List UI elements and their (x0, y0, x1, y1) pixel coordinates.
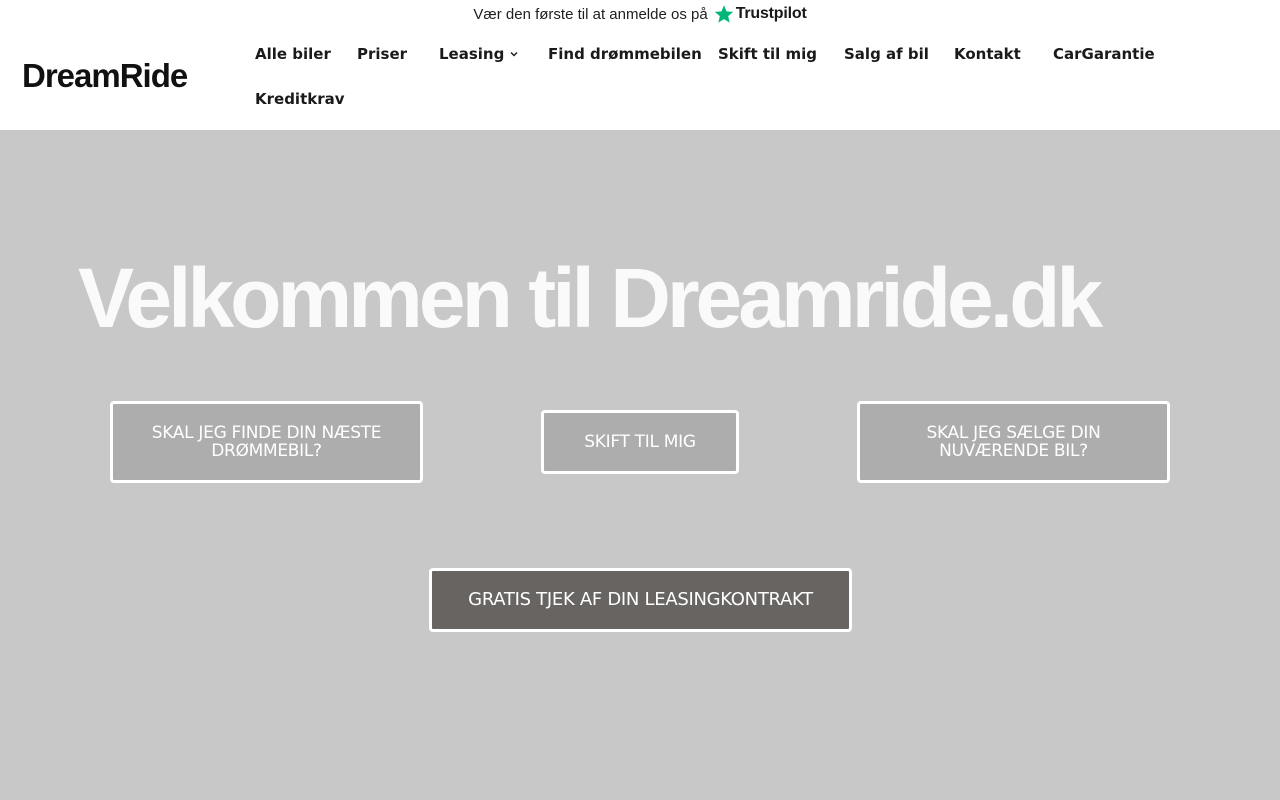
nav-item-kontakt[interactable]: Kontakt (954, 36, 1021, 72)
main-navigation: Alle biler Priser Leasing Find drømmebil… (238, 32, 1268, 128)
button-label: GRATIS TJEK AF DIN LEASINGKONTRAKT (468, 589, 813, 610)
dreamride-logo[interactable]: DreamRide (22, 58, 188, 94)
hero-section: Velkommen til Dreamride.dk SKAL JEG FIND… (0, 130, 1280, 800)
free-lease-check-button[interactable]: GRATIS TJEK AF DIN LEASINGKONTRAKT (429, 568, 852, 632)
nav-label: Kontakt (954, 45, 1021, 63)
site-header: DreamRide Alle biler Priser Leasing Find… (0, 28, 1280, 130)
nav-label: Skift til mig (718, 45, 818, 63)
trustpilot-wordmark: Trustpilot (735, 5, 807, 22)
button-label: SKAL JEG SÆLGE DIN NUVÆRENDE BIL? (926, 423, 1101, 461)
nav-label: Kreditkrav (255, 90, 345, 108)
nav-item-kreditkrav[interactable]: Kreditkrav (255, 81, 345, 117)
nav-item-salg-af-bil[interactable]: Salg af bil (844, 36, 929, 72)
find-next-car-button[interactable]: SKAL JEG FINDE DIN NÆSTE DRØMMEBIL? (110, 401, 423, 483)
nav-item-leasing[interactable]: Leasing (439, 36, 519, 72)
nav-item-alle-biler[interactable]: Alle biler (255, 36, 331, 72)
hero-title: Velkommen til Dreamride.dk (78, 251, 1103, 345)
nav-label: Salg af bil (844, 45, 929, 63)
nav-label: Find drømmebilen (548, 45, 702, 63)
nav-label: Leasing (439, 45, 505, 63)
chevron-down-icon (510, 52, 518, 57)
button-label: SKAL JEG FINDE DIN NÆSTE DRØMMEBIL? (151, 423, 382, 461)
trustpilot-banner: Vær den første til at anmelde os på Trus… (0, 0, 1280, 28)
nav-label: CarGarantie (1053, 45, 1155, 63)
nav-label: Priser (357, 45, 408, 63)
nav-item-cargarantie[interactable]: CarGarantie (1053, 36, 1155, 72)
nav-label: Alle biler (255, 45, 331, 63)
nav-item-skift-til-mig[interactable]: Skift til mig (718, 36, 817, 72)
review-prompt-text: Vær den første til at anmelde os på (473, 5, 708, 23)
nav-item-find-droemmebilen[interactable]: Find drømmebilen (548, 36, 702, 72)
sell-current-car-button[interactable]: SKAL JEG SÆLGE DIN NUVÆRENDE BIL? (857, 401, 1170, 483)
trustpilot-star-icon (714, 5, 733, 23)
skift-til-mig-button[interactable]: SKIFT TIL MIG (541, 410, 739, 474)
nav-item-priser[interactable]: Priser (357, 36, 407, 72)
trustpilot-link[interactable]: Trustpilot (714, 4, 807, 24)
button-label: SKIFT TIL MIG (584, 432, 696, 452)
